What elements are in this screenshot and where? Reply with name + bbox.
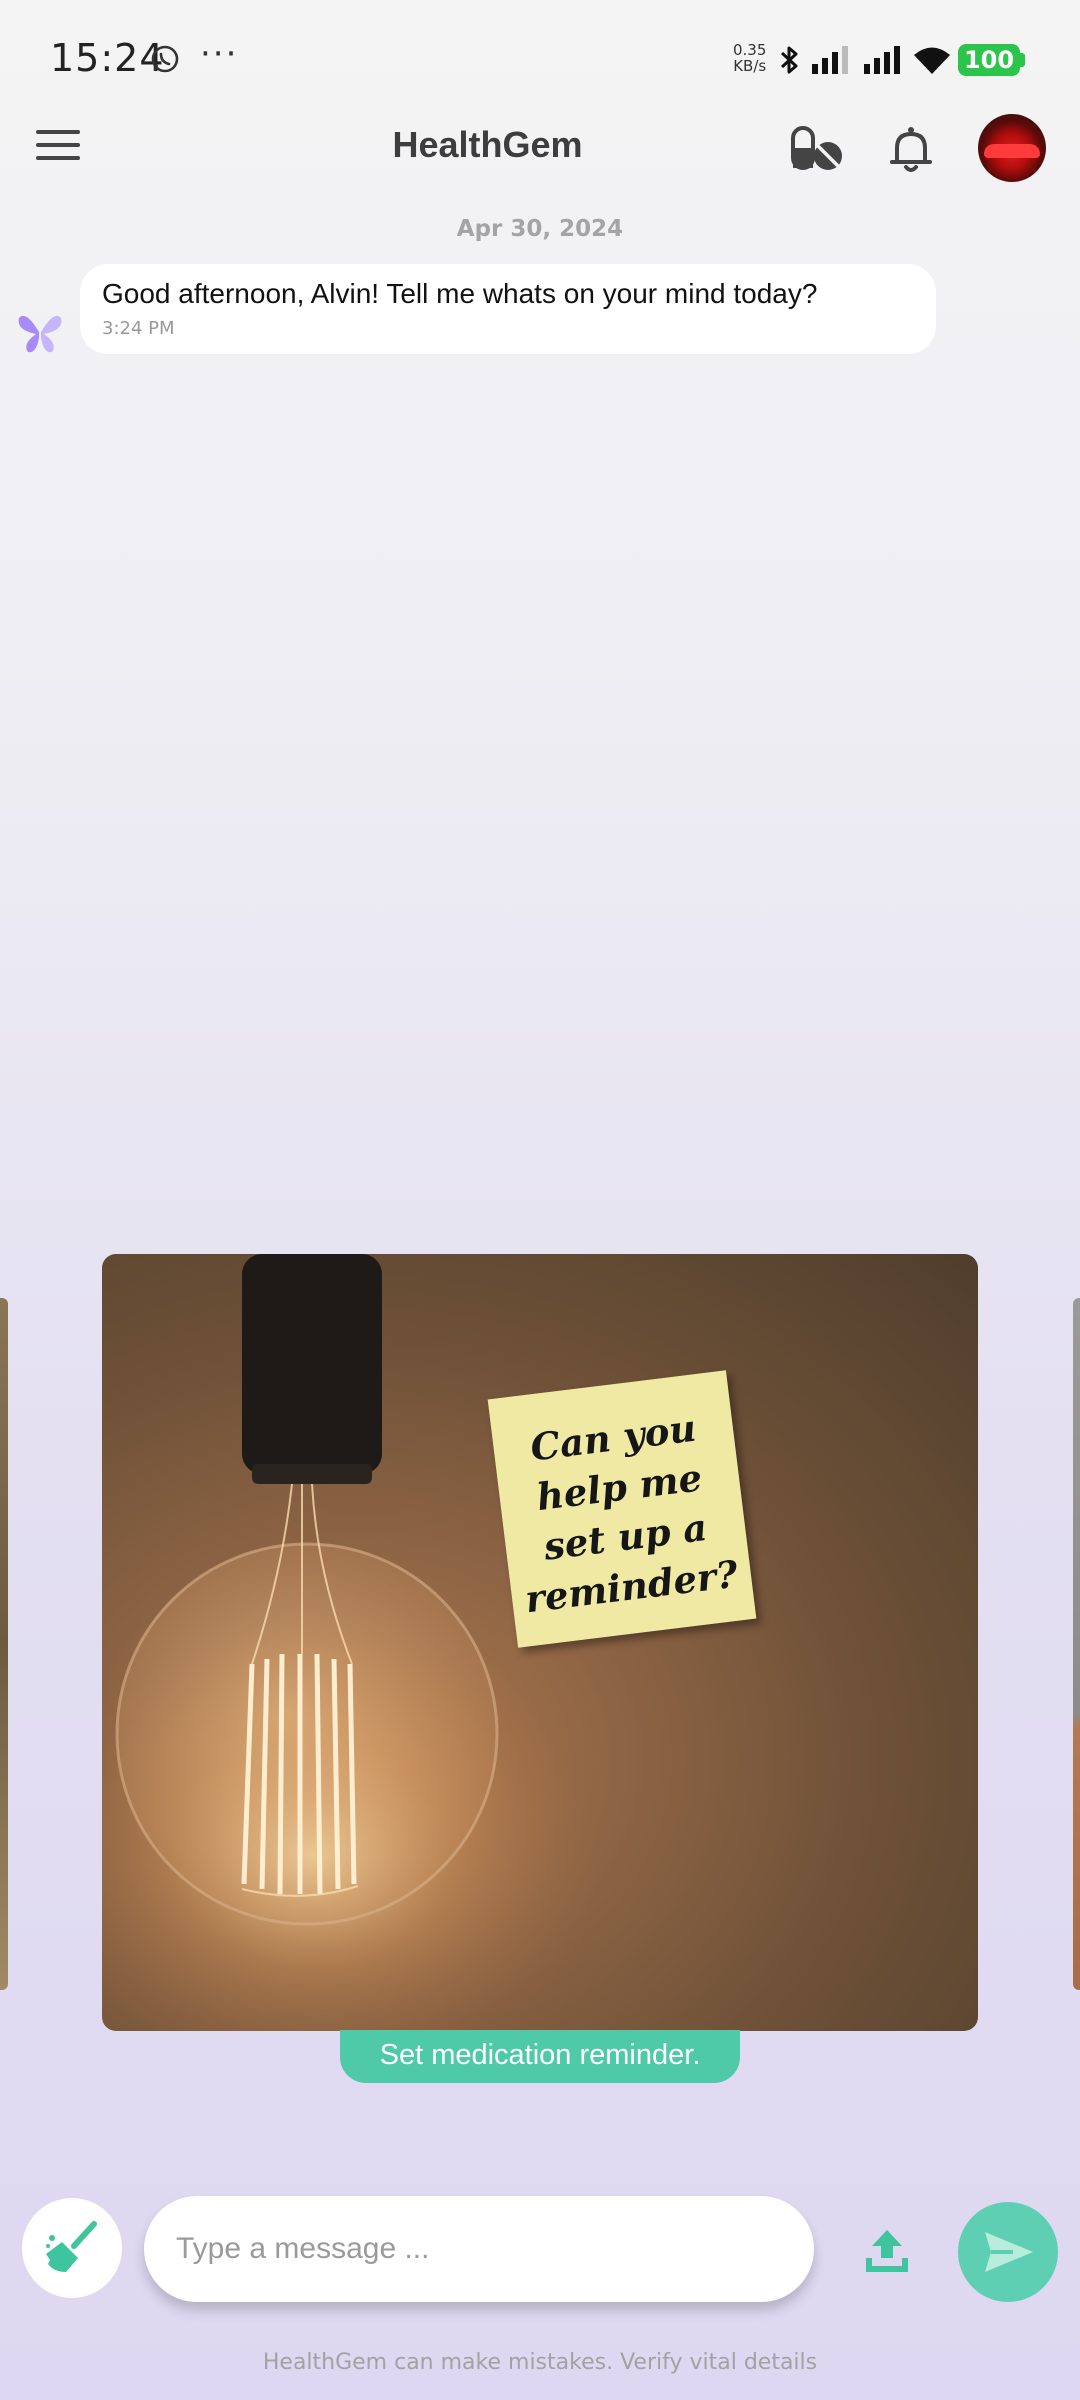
status-bar: 15:24 ··· 0.35 KB/s 100 — [0, 0, 1080, 118]
message-input[interactable] — [176, 2196, 786, 2302]
network-speed: 0.35 KB/s — [733, 42, 766, 74]
send-icon — [985, 2232, 1033, 2272]
send-button[interactable] — [958, 2202, 1058, 2302]
message-time: 3:24 PM — [102, 318, 175, 339]
message-input-container[interactable] — [144, 2196, 814, 2302]
suggestion-chip[interactable]: Set medication reminder. — [340, 2030, 740, 2083]
disclaimer-text: HealthGem can make mistakes. Verify vita… — [262, 2350, 818, 2375]
network-speed-value: 0.35 — [733, 41, 767, 59]
avatar[interactable] — [978, 114, 1046, 182]
wifi-icon — [914, 47, 950, 74]
bluetooth-icon — [780, 46, 798, 74]
sticky-note: Can you help me set up a reminder? — [487, 1370, 757, 1648]
network-speed-unit: KB/s — [733, 57, 767, 75]
more-notifications-icon: ··· — [200, 34, 239, 74]
battery-tip — [1020, 53, 1025, 67]
message-text: Good afternoon, Alvin! Tell me whats on … — [102, 278, 818, 309]
broom-icon — [46, 2221, 97, 2272]
clear-chat-button[interactable] — [22, 2198, 122, 2298]
carousel-card-next[interactable] — [1073, 1298, 1080, 1990]
butterfly-icon — [18, 315, 62, 353]
upload-icon[interactable] — [862, 2226, 912, 2276]
carousel-card-previous[interactable] — [0, 1298, 8, 1990]
status-time: 15:24 — [50, 36, 165, 80]
pill-icon[interactable] — [790, 126, 844, 172]
signal-icon-2 — [864, 46, 900, 74]
whatsapp-icon — [151, 45, 179, 73]
date-separator: Apr 30, 2024 — [456, 216, 624, 242]
bot-message-bubble: Good afternoon, Alvin! Tell me whats on … — [80, 264, 936, 354]
suggestion-card-image[interactable]: Can you help me set up a reminder? — [102, 1254, 978, 2031]
signal-icon — [812, 46, 848, 74]
battery-indicator: 100 — [958, 44, 1020, 76]
bell-icon[interactable] — [885, 124, 937, 176]
